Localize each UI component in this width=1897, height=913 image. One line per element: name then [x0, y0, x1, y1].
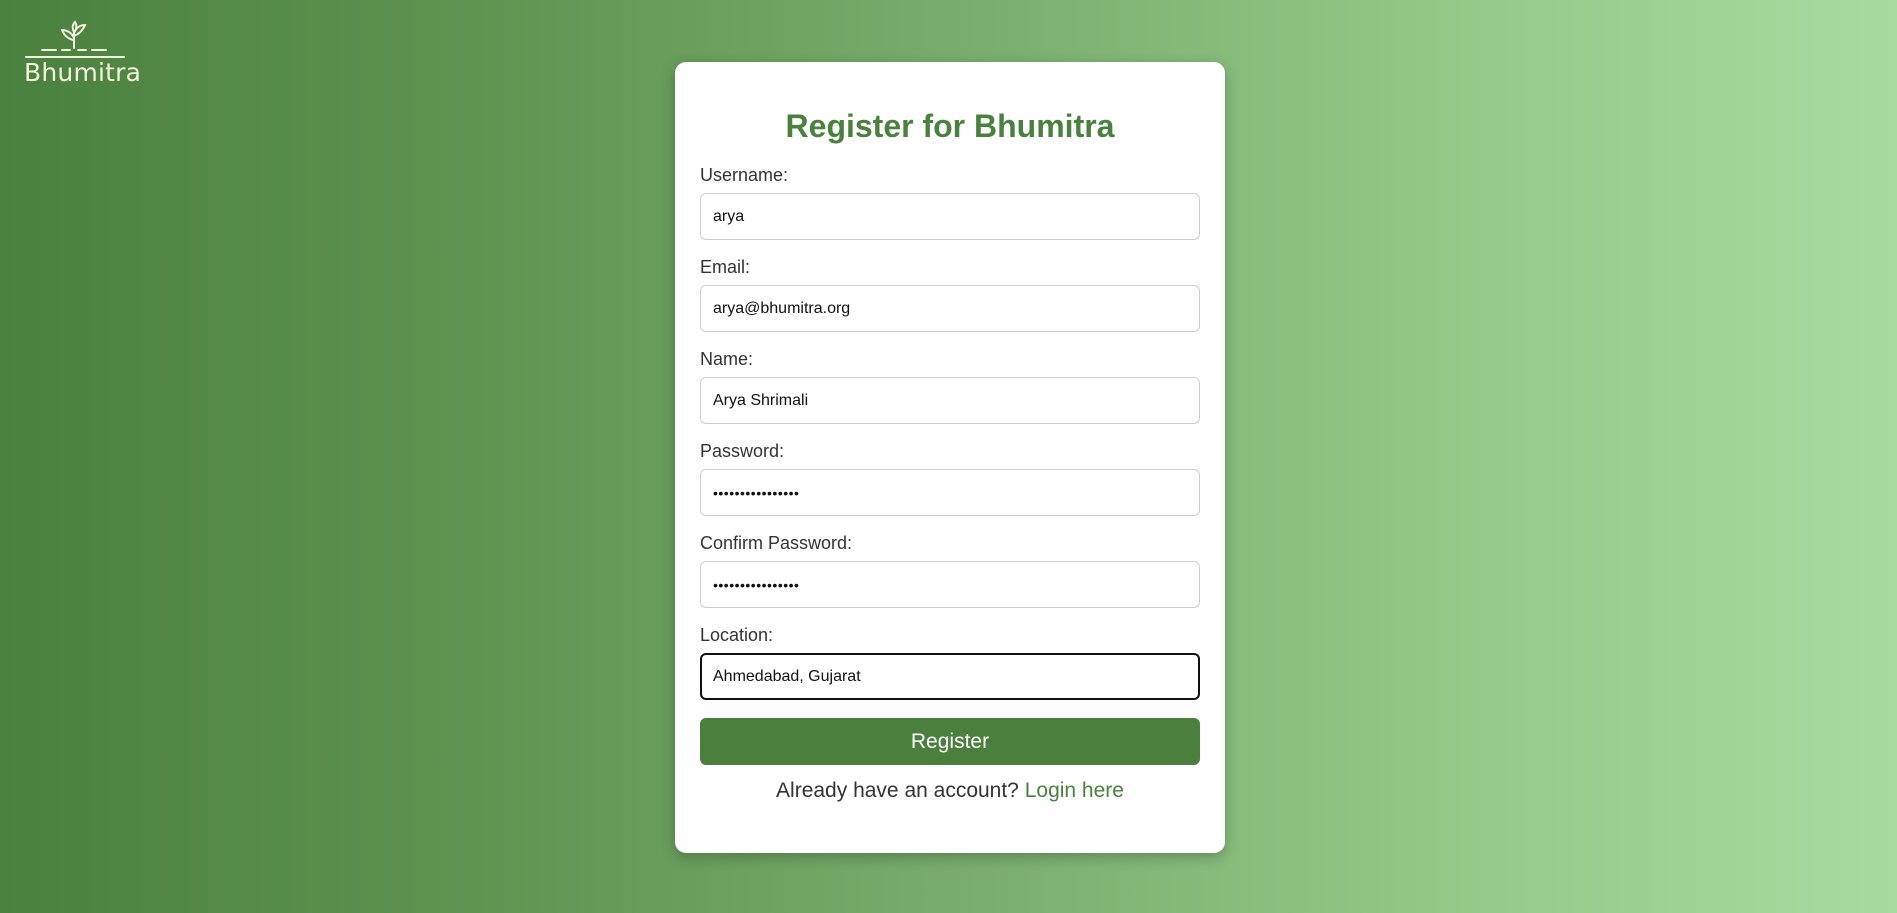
logo-wordmark: Bhumitra [24, 58, 142, 87]
location-field-group: Location: [700, 624, 1200, 700]
login-link[interactable]: Login here [1025, 779, 1124, 802]
name-label: Name: [700, 349, 754, 369]
password-field-group: Password: [700, 440, 1200, 516]
login-prompt: Already have an account? Login here [700, 779, 1200, 803]
name-field-group: Name: [700, 348, 1200, 424]
location-label: Location: [700, 625, 774, 645]
username-input[interactable] [700, 193, 1200, 240]
location-input[interactable] [700, 653, 1200, 700]
email-field-group: Email: [700, 256, 1200, 332]
sprout-icon [25, 20, 125, 58]
email-input[interactable] [700, 285, 1200, 332]
brand-logo[interactable]: Bhumitra [24, 20, 141, 90]
username-field-group: Username: [700, 164, 1200, 240]
confirm-password-input[interactable] [700, 561, 1200, 608]
confirm-password-label: Confirm Password: [700, 533, 853, 553]
name-input[interactable] [700, 377, 1200, 424]
register-card: Register for Bhumitra Username: Email: N… [675, 62, 1225, 853]
password-input[interactable] [700, 469, 1200, 516]
page-title: Register for Bhumitra [785, 108, 1115, 144]
login-prompt-text: Already have an account? [776, 779, 1019, 802]
confirm-password-field-group: Confirm Password: [700, 532, 1200, 608]
register-button[interactable]: Register [700, 718, 1200, 765]
email-label: Email: [700, 257, 751, 277]
password-label: Password: [700, 441, 785, 461]
username-label: Username: [700, 165, 789, 185]
